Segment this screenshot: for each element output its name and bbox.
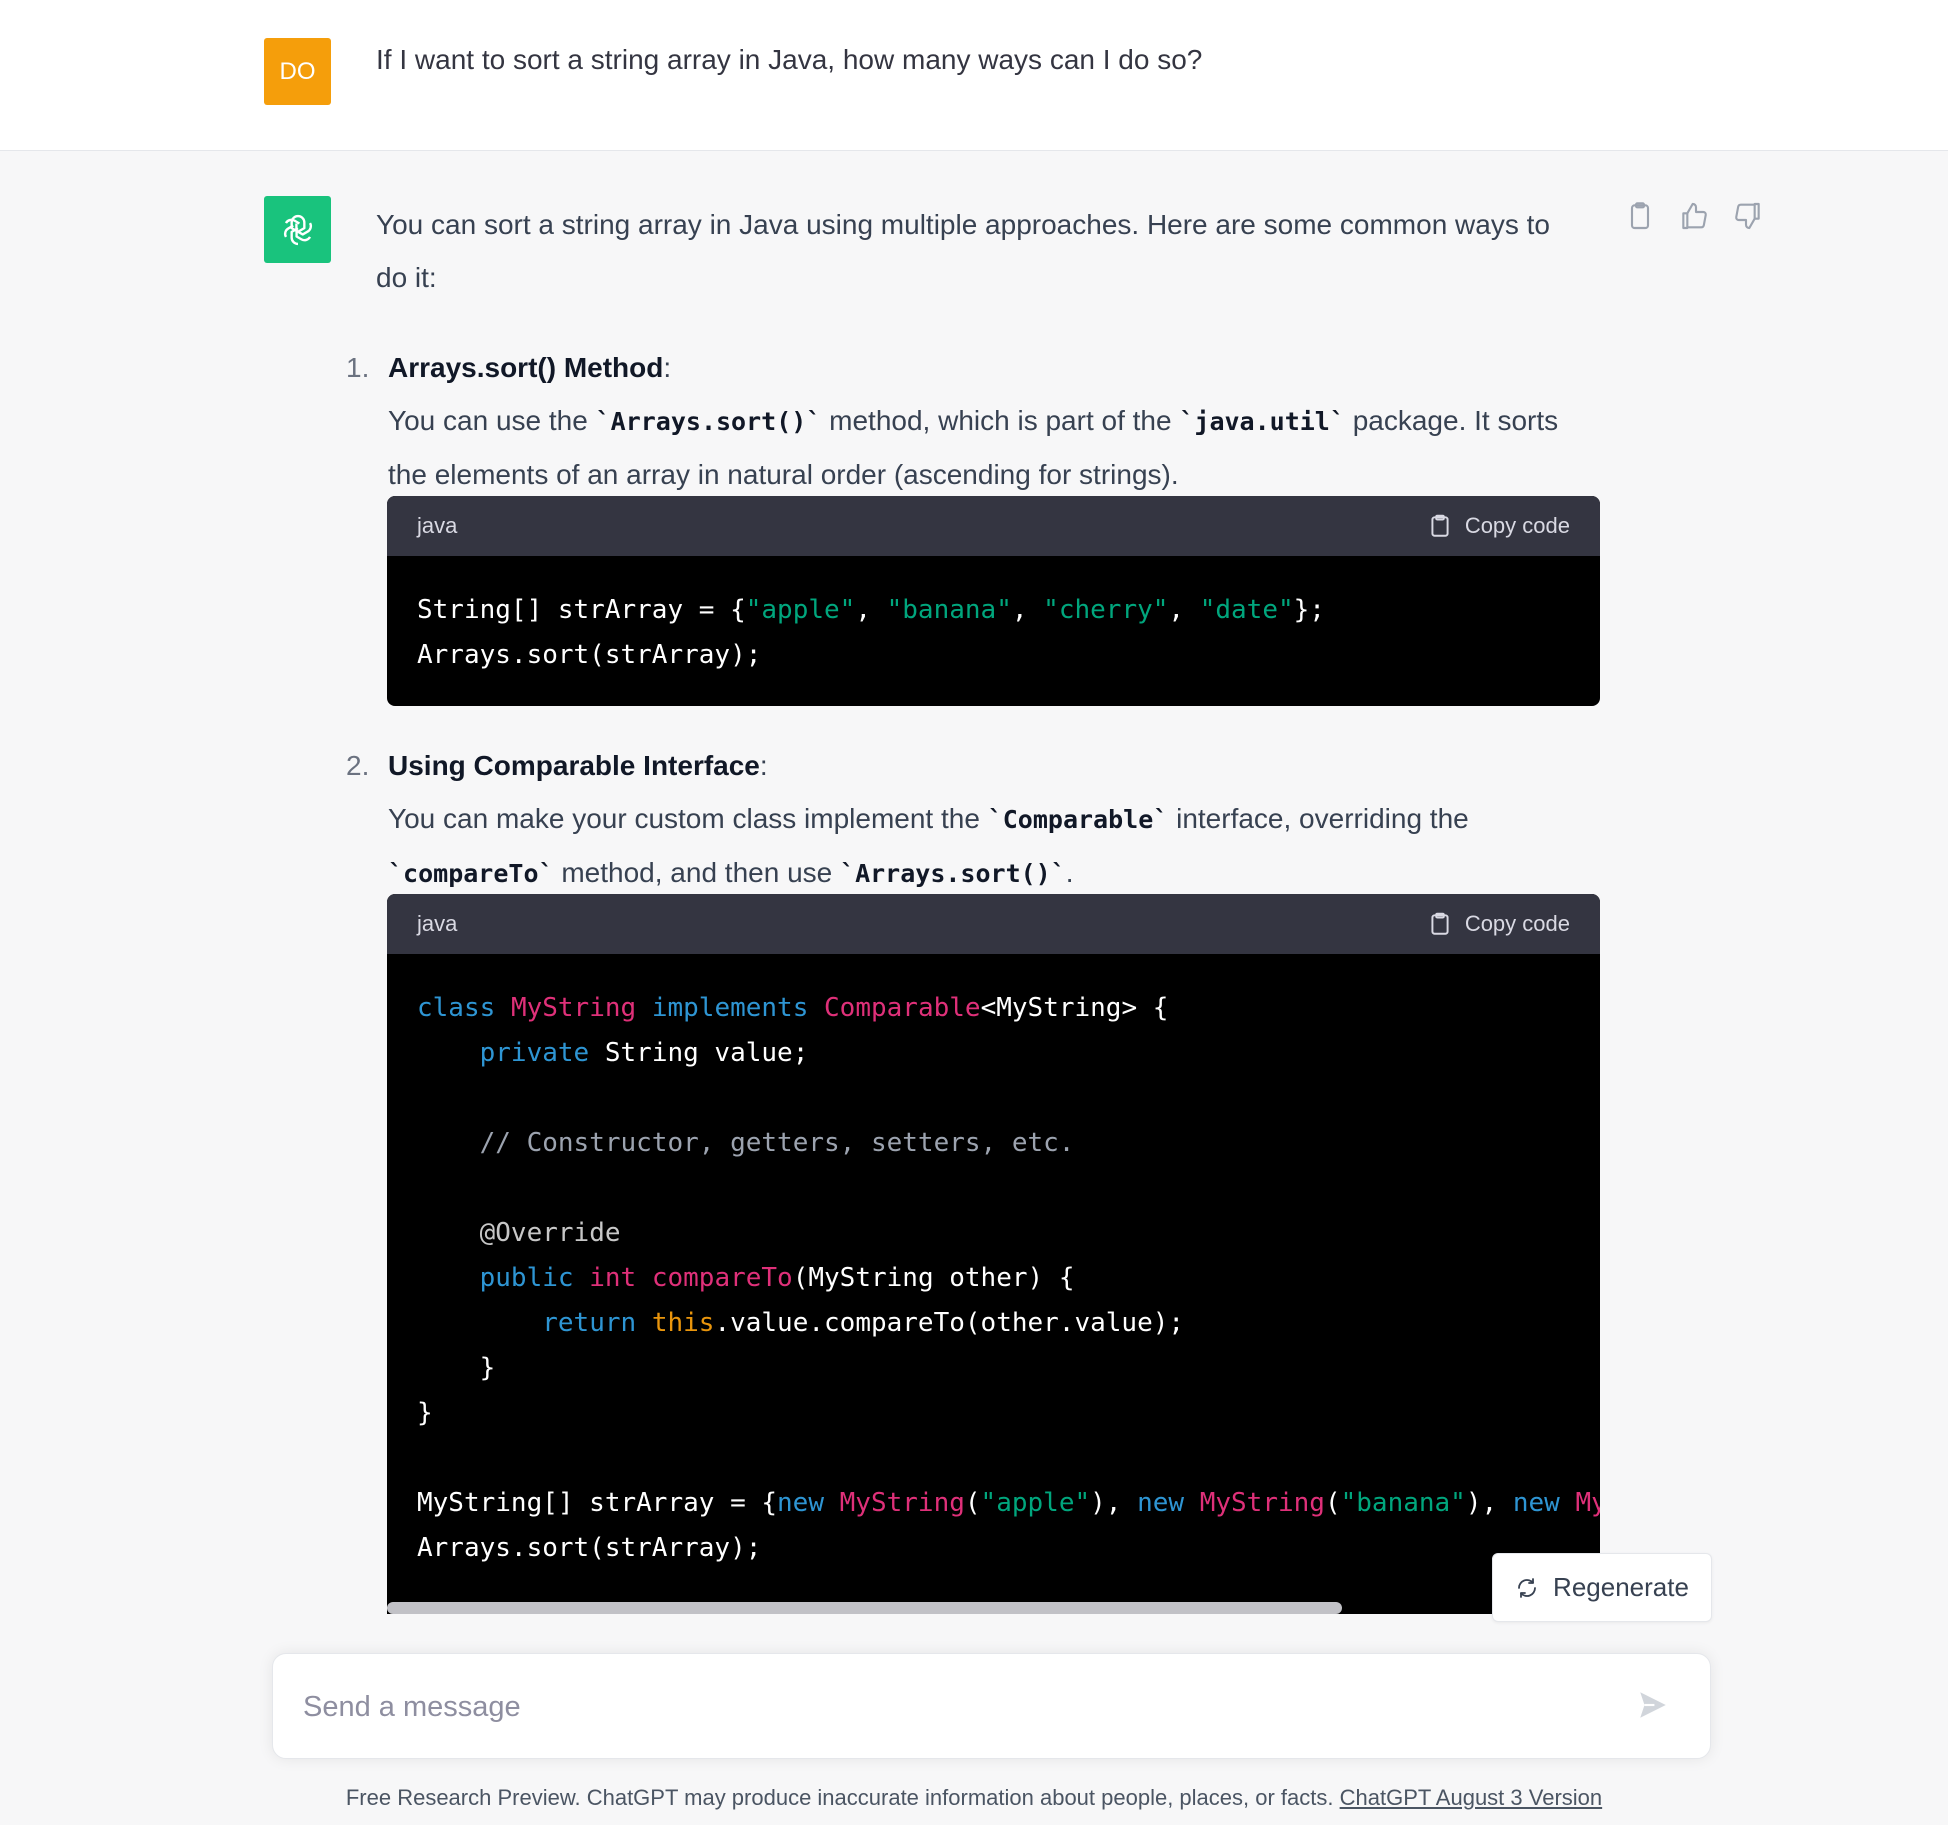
list-number: 2.: [346, 750, 370, 781]
refresh-icon: [1518, 1577, 1536, 1598]
message-composer: [272, 1653, 1711, 1759]
list-item-2: 2. Using Comparable Interface: You can m…: [346, 739, 1600, 900]
list-title: Arrays.sort() Method: [388, 352, 664, 383]
copy-code-button[interactable]: Copy code: [1427, 911, 1570, 937]
footer-disclaimer: Free Research Preview. ChatGPT may produ…: [345, 1785, 1603, 1810]
list-number: 1.: [346, 352, 370, 383]
code-block-header: java Copy code: [387, 496, 1600, 556]
list-title: Using Comparable Interface: [388, 750, 760, 781]
inline-code: `Arrays.sort()`: [595, 407, 822, 436]
version-link[interactable]: ChatGPT August 3 Version: [1340, 1785, 1603, 1810]
inline-code: `compareTo`: [388, 859, 554, 888]
openai-logo-icon: [283, 214, 312, 245]
code-block-2: java Copy code class MyString implements…: [387, 894, 1600, 1614]
list-description: You can use the `Arrays.sort()` method, …: [388, 405, 1559, 490]
thumbs-up-icon[interactable]: [1678, 200, 1710, 232]
code-content: String[] strArray = {"apple", "banana", …: [417, 595, 1325, 670]
inline-code: `Arrays.sort()`: [840, 859, 1066, 888]
assistant-intro-text: You can sort a string array in Java usin…: [376, 209, 1550, 293]
user-avatar: DO: [264, 38, 331, 105]
clipboard-icon: [1431, 912, 1449, 935]
clipboard-icon: [1431, 514, 1449, 537]
inline-code: `Comparable`: [987, 805, 1169, 834]
list-item-1: 1. Arrays.sort() Method: You can use the…: [346, 341, 1600, 501]
horizontal-scrollbar[interactable]: [387, 1602, 1342, 1614]
thumbs-down-icon[interactable]: [1732, 200, 1764, 232]
assistant-avatar: [264, 196, 331, 263]
copy-code-button[interactable]: Copy code: [1427, 513, 1570, 539]
code-language: java: [417, 911, 458, 936]
message-actions: [1624, 200, 1764, 232]
message-input[interactable]: [301, 1684, 1605, 1730]
user-message-text: If I want to sort a string array in Java…: [376, 44, 1203, 75]
list-description: You can make your custom class implement…: [388, 803, 1469, 888]
code-block-header: java Copy code: [387, 894, 1600, 954]
code-block-1: java Copy code String[] strArray = {"app…: [387, 496, 1600, 706]
user-message-row: DO If I want to sort a string array in J…: [0, 0, 1948, 151]
code-language: java: [417, 513, 458, 538]
clipboard-icon[interactable]: [1624, 200, 1656, 232]
send-icon[interactable]: [1636, 1688, 1670, 1722]
inline-code: `java.util`: [1179, 407, 1345, 436]
code-content: class MyString implements Comparable<MyS…: [417, 993, 1600, 1563]
regenerate-button[interactable]: Regenerate: [1492, 1553, 1712, 1622]
